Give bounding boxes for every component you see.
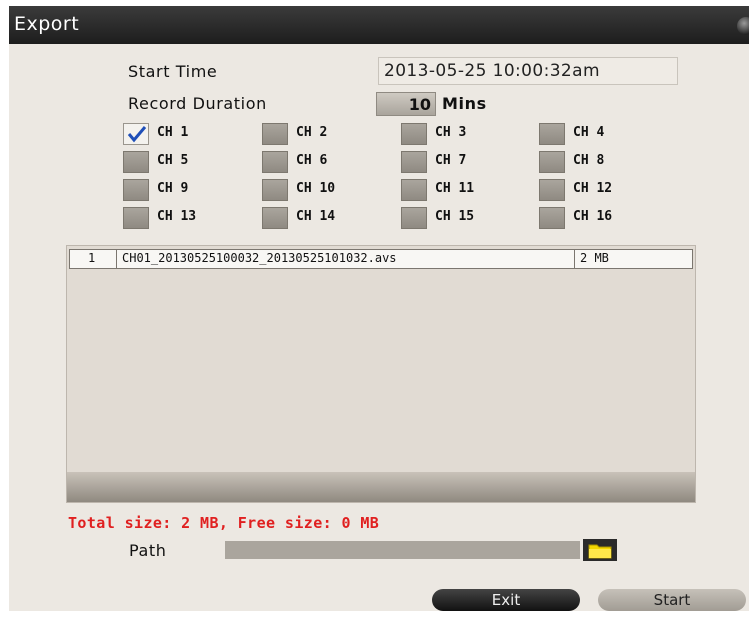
channel-checkbox-16[interactable]: CH 16: [539, 207, 669, 229]
start-button[interactable]: Start: [598, 589, 746, 611]
start-time-field[interactable]: 2013-05-25 10:00:32am: [378, 57, 678, 85]
channel-label: CH 5: [157, 153, 189, 168]
checkbox-box[interactable]: [401, 151, 427, 173]
channel-label: CH 7: [435, 153, 467, 168]
duration-input[interactable]: 10: [376, 92, 436, 116]
checkbox-box[interactable]: [401, 179, 427, 201]
checkbox-box[interactable]: [262, 151, 288, 173]
checkbox-box[interactable]: [401, 207, 427, 229]
checkbox-box[interactable]: [539, 151, 565, 173]
channel-label: CH 1: [157, 125, 189, 140]
channel-checkbox-9[interactable]: CH 9: [123, 179, 253, 201]
column-divider: [574, 250, 575, 268]
checkbox-box[interactable]: [123, 123, 149, 145]
checkmark-icon: [127, 126, 147, 143]
title-bar: Export: [9, 6, 749, 44]
channel-checkbox-10[interactable]: CH 10: [262, 179, 392, 201]
channel-checkbox-7[interactable]: CH 7: [401, 151, 531, 173]
checkbox-box[interactable]: [539, 207, 565, 229]
channel-checkbox-15[interactable]: CH 15: [401, 207, 531, 229]
channel-checkbox-12[interactable]: CH 12: [539, 179, 669, 201]
file-list: 1 CH01_20130525100032_20130525101032.avs…: [66, 245, 696, 503]
channel-checkbox-1[interactable]: CH 1: [123, 123, 253, 145]
channel-checkbox-4[interactable]: CH 4: [539, 123, 669, 145]
channel-label: CH 9: [157, 181, 189, 196]
channel-label: CH 16: [573, 209, 613, 224]
channel-label: CH 4: [573, 125, 605, 140]
channel-checkbox-14[interactable]: CH 14: [262, 207, 392, 229]
channel-label: CH 8: [573, 153, 605, 168]
dialog-title: Export: [14, 13, 80, 35]
channel-label: CH 3: [435, 125, 467, 140]
channel-label: CH 6: [296, 153, 328, 168]
channel-checkbox-2[interactable]: CH 2: [262, 123, 392, 145]
close-knob-icon[interactable]: [737, 17, 749, 35]
channel-label: CH 14: [296, 209, 336, 224]
checkbox-box[interactable]: [262, 207, 288, 229]
channel-checkbox-6[interactable]: CH 6: [262, 151, 392, 173]
channel-label: CH 2: [296, 125, 328, 140]
checkbox-box[interactable]: [123, 207, 149, 229]
start-time-label: Start Time: [128, 62, 218, 81]
checkbox-box[interactable]: [123, 179, 149, 201]
export-dialog: Export Start Time 2013-05-25 10:00:32am …: [9, 6, 749, 611]
list-scrollbar[interactable]: [67, 472, 695, 502]
table-row[interactable]: 1 CH01_20130525100032_20130525101032.avs…: [69, 249, 693, 269]
channel-checkbox-13[interactable]: CH 13: [123, 207, 253, 229]
channel-checkbox-3[interactable]: CH 3: [401, 123, 531, 145]
column-divider: [116, 250, 117, 268]
channel-label: CH 15: [435, 209, 475, 224]
channel-checkbox-11[interactable]: CH 11: [401, 179, 531, 201]
channel-checkbox-8[interactable]: CH 8: [539, 151, 669, 173]
checkbox-box[interactable]: [401, 123, 427, 145]
channel-label: CH 10: [296, 181, 336, 196]
checkbox-box[interactable]: [123, 151, 149, 173]
channel-label: CH 12: [573, 181, 613, 196]
file-size: 2 MB: [580, 251, 609, 265]
checkbox-box[interactable]: [539, 123, 565, 145]
exit-button[interactable]: Exit: [432, 589, 580, 611]
file-name: CH01_20130525100032_20130525101032.avs: [122, 251, 397, 265]
duration-unit-label: Mins: [442, 94, 487, 113]
browse-folder-button[interactable]: [583, 539, 617, 561]
record-duration-label: Record Duration: [128, 94, 267, 113]
channel-label: CH 11: [435, 181, 475, 196]
file-index: 1: [88, 251, 96, 265]
checkbox-box[interactable]: [262, 123, 288, 145]
path-field[interactable]: [225, 541, 580, 559]
channel-label: CH 13: [157, 209, 197, 224]
path-label: Path: [129, 541, 167, 560]
checkbox-box[interactable]: [262, 179, 288, 201]
checkbox-box[interactable]: [539, 179, 565, 201]
size-info-text: Total size: 2 MB, Free size: 0 MB: [68, 514, 380, 532]
folder-icon: [588, 544, 612, 559]
channel-checkbox-5[interactable]: CH 5: [123, 151, 253, 173]
